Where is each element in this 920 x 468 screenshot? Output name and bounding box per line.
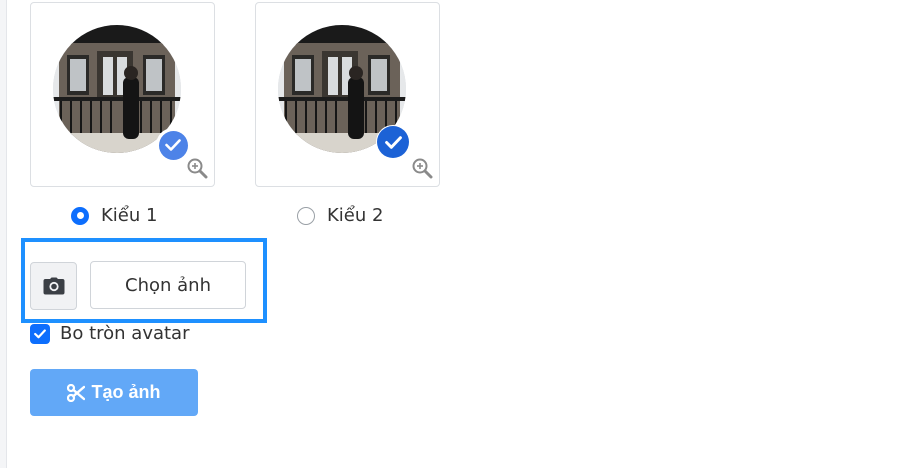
camera-button[interactable] [30, 262, 77, 310]
selected-check-icon [376, 125, 410, 159]
create-image-button[interactable]: Tạo ảnh [30, 369, 198, 416]
round-avatar-label: Bo tròn avatar [60, 323, 190, 344]
choose-image-label: Chọn ảnh [125, 274, 211, 296]
round-avatar-option[interactable]: Bo tròn avatar [30, 323, 190, 344]
style-1-label: Kiểu 1 [101, 205, 158, 226]
style-2-label: Kiểu 2 [327, 205, 384, 226]
camera-icon [43, 277, 64, 295]
style-1-radio[interactable] [71, 206, 89, 225]
selected-check-icon [156, 128, 190, 162]
scissors-icon [67, 383, 86, 402]
zoom-in-icon[interactable] [186, 157, 208, 179]
create-image-label: Tạo ảnh [91, 382, 161, 402]
style-1-preview[interactable] [30, 2, 215, 187]
zoom-in-icon[interactable] [411, 157, 433, 179]
style-2-preview[interactable] [255, 2, 440, 187]
choose-image-button[interactable]: Chọn ảnh [90, 261, 246, 309]
style-2-option[interactable]: Kiểu 2 [297, 205, 383, 226]
checkmark-icon [34, 328, 46, 338]
round-avatar-checkbox[interactable] [30, 323, 50, 344]
style-1-option[interactable]: Kiểu 1 [71, 205, 157, 226]
style-2-radio[interactable] [297, 206, 315, 225]
